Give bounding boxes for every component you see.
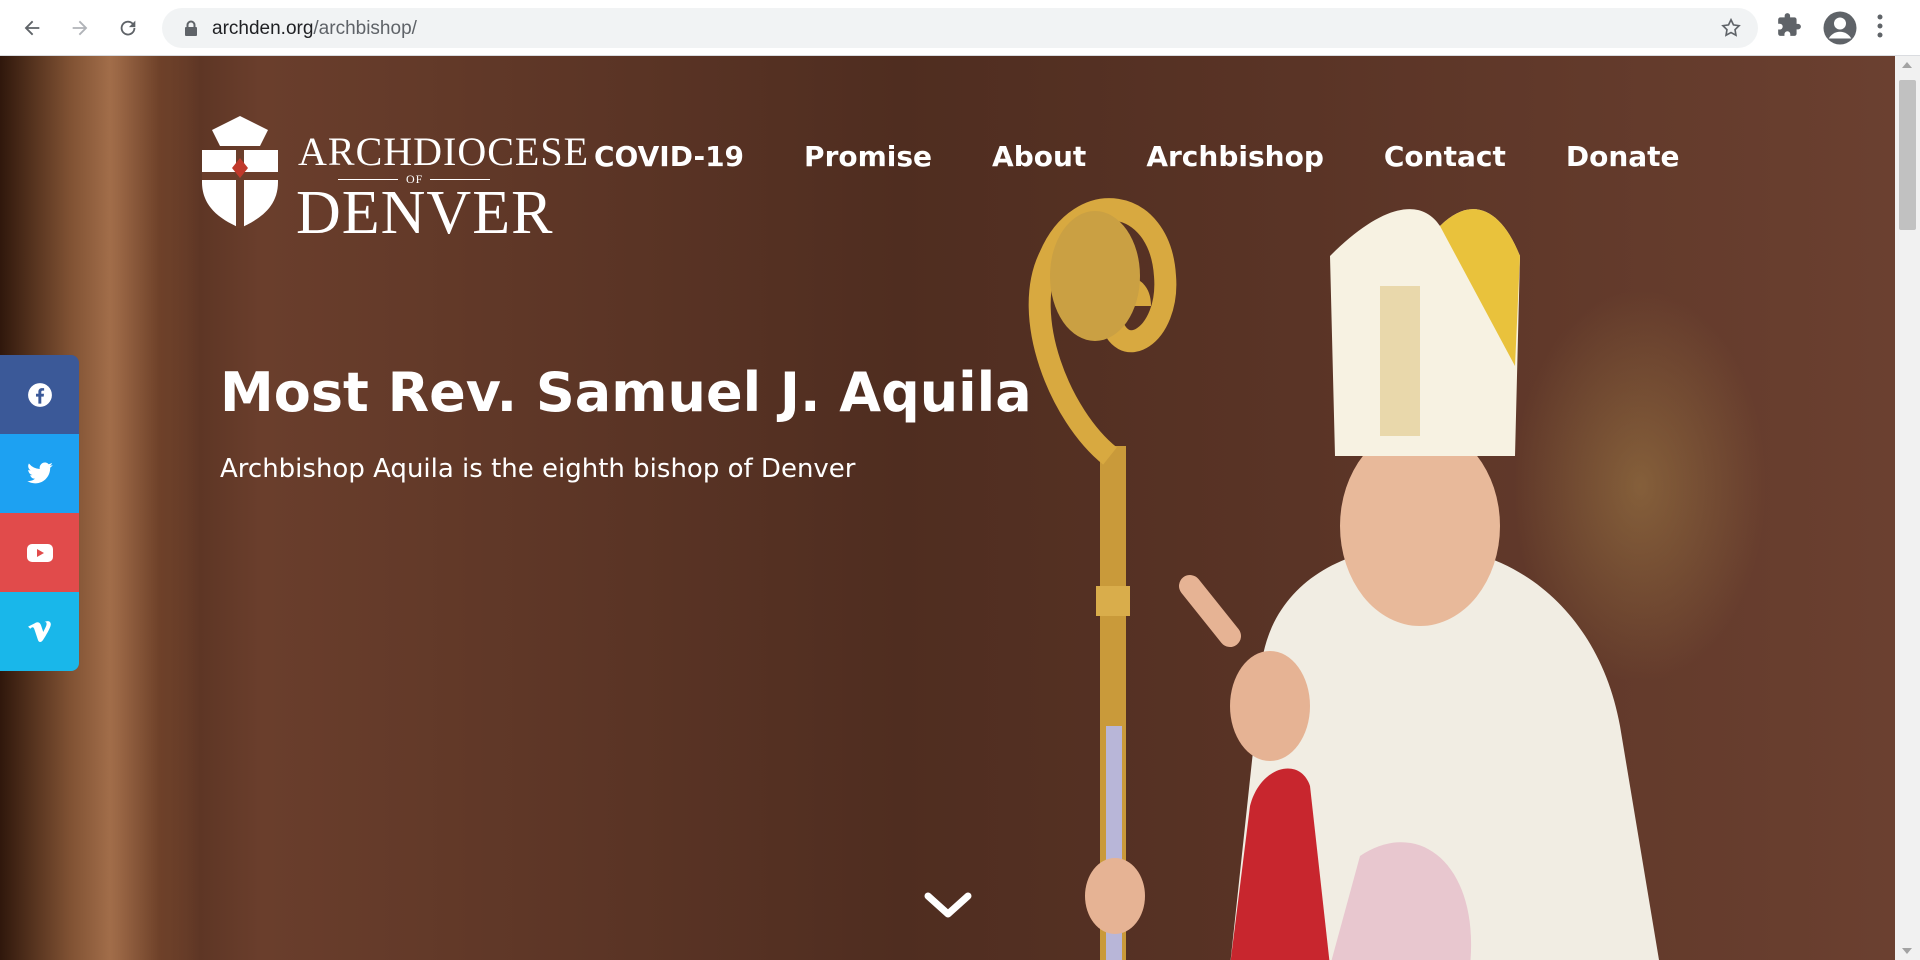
nav-donate[interactable]: Donate [1566,140,1680,173]
facebook-icon [27,382,52,407]
browser-toolbar: archden.org/archbishop/ [0,0,1920,56]
lock-icon [185,20,197,36]
scroll-down-chevron-icon[interactable] [924,892,972,920]
profile-icon[interactable] [1822,10,1858,46]
hero-section: ARCHDIOCESE OF DENVER COVID-19 Promise A… [0,56,1895,960]
vimeo-icon [27,620,51,642]
scrollbar-thumb[interactable] [1899,80,1916,230]
nav-contact[interactable]: Contact [1384,140,1506,173]
main-nav: COVID-19 Promise About Archbishop Contac… [594,140,1740,173]
nav-archbishop[interactable]: Archbishop [1146,140,1324,173]
scroll-down-arrow-icon[interactable] [1902,948,1912,954]
vimeo-button[interactable] [0,592,79,671]
forward-icon [72,20,88,36]
archdiocese-logo[interactable]: ARCHDIOCESE OF DENVER [198,116,588,247]
logo-text-archdiocese: ARCHDIOCESE [298,129,590,174]
social-sidebar [0,355,79,671]
twitter-button[interactable] [0,434,79,513]
menu-icon[interactable] [1876,12,1884,40]
url-text: archden.org/archbishop/ [212,18,417,40]
facebook-button[interactable] [0,355,79,434]
vertical-scrollbar[interactable] [1895,56,1920,960]
url-path: /archbishop/ [313,18,417,39]
hero-subtitle: Archbishop Aquila is the eighth bishop o… [220,454,856,484]
twitter-icon [26,461,53,483]
reload-button[interactable] [112,12,144,44]
nav-covid-19[interactable]: COVID-19 [594,140,744,173]
star-icon[interactable] [1720,17,1742,39]
nav-about[interactable]: About [992,140,1086,173]
reload-icon [120,20,136,36]
hero-title: Most Rev. Samuel J. Aquila [220,361,1032,424]
url-host: archden.org [212,18,314,39]
youtube-button[interactable] [0,513,79,592]
shield-icon [202,116,278,228]
scroll-up-arrow-icon[interactable] [1902,62,1912,68]
back-button[interactable] [16,12,48,44]
extensions-icon[interactable] [1776,12,1802,38]
back-icon [24,20,40,36]
address-bar[interactable]: archden.org/archbishop/ [162,8,1758,48]
archbishop-photo [1028,198,1659,960]
logo-text-denver: DENVER [296,179,554,247]
forward-button[interactable] [64,12,96,44]
youtube-icon [26,543,53,562]
nav-promise[interactable]: Promise [804,140,932,173]
